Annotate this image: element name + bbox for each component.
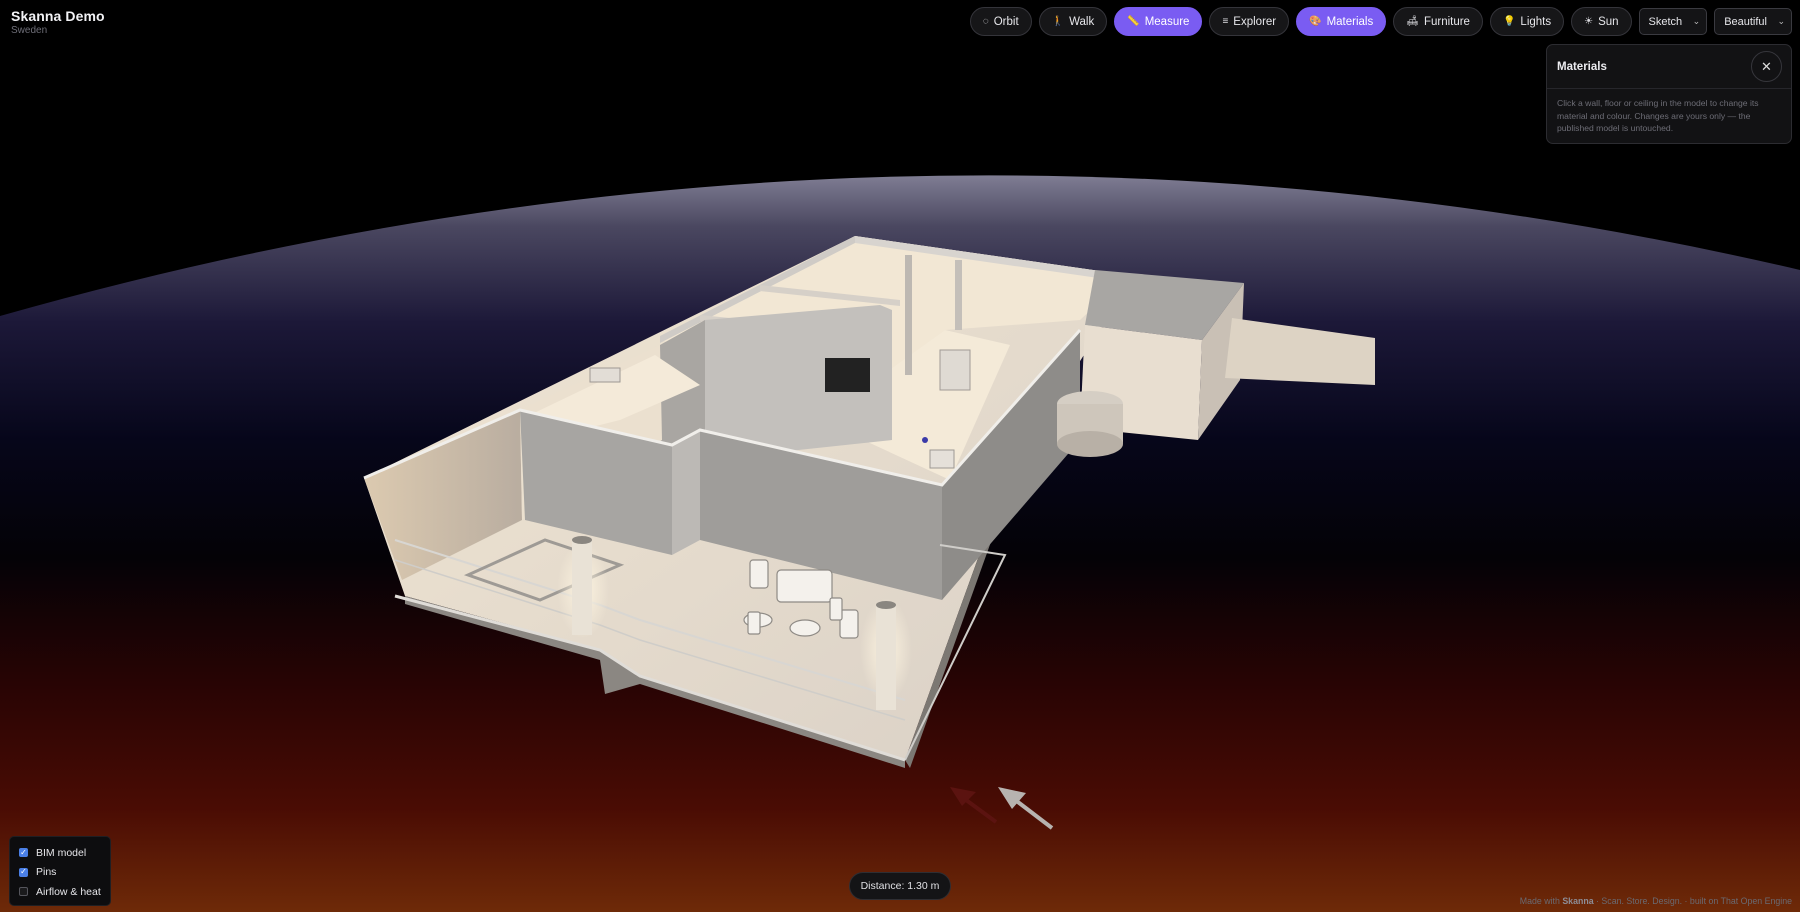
measure-button[interactable]: 📏 Measure xyxy=(1114,7,1203,36)
scene-canvas[interactable] xyxy=(0,0,1800,912)
sun-label: Sun xyxy=(1598,15,1619,28)
walk-icon: 🚶 xyxy=(1051,16,1065,27)
toolbar: ◌ Orbit 🚶 Walk 📏 Measure ≡ Explorer 🎨 Ma… xyxy=(969,7,1792,36)
layer-label: Airflow & heat xyxy=(36,885,101,898)
materials-button[interactable]: 🎨 Materials xyxy=(1296,7,1387,36)
app-subtitle: Sweden xyxy=(11,25,48,36)
orbit-button[interactable]: ◌ Orbit xyxy=(969,7,1032,36)
checkbox-unchecked[interactable]: ✓ xyxy=(19,887,28,897)
materials-panel-header: Materials ✕ xyxy=(1547,45,1791,89)
quality-select[interactable]: Beautiful ⌄ xyxy=(1714,8,1792,35)
layer-toggle-pins[interactable]: ✓ Pins xyxy=(19,863,101,883)
chevron-down-icon: ⌄ xyxy=(1777,16,1785,26)
3d-viewport[interactable] xyxy=(0,0,1800,912)
walk-button[interactable]: 🚶 Walk xyxy=(1038,7,1108,36)
orbit-label: Orbit xyxy=(993,15,1019,28)
window-openings xyxy=(825,358,870,392)
layer-toggle-airflow-heat[interactable]: ✓ Airflow & heat xyxy=(19,882,101,902)
walk-label: Walk xyxy=(1069,15,1095,28)
palette-icon: 🎨 xyxy=(1309,16,1322,27)
distance-label: Distance: 1.30 m xyxy=(860,880,940,892)
quality-value: Beautiful xyxy=(1724,15,1767,28)
ruler-icon: 📏 xyxy=(1127,16,1140,27)
app-title: Skanna Demo xyxy=(11,8,105,24)
materials-label: Materials xyxy=(1326,15,1374,28)
layer-toggles: ✓ BIM model ✓ Pins ✓ Airflow & heat xyxy=(9,836,111,906)
materials-panel: Materials ✕ Click a wall, floor or ceili… xyxy=(1546,44,1792,144)
checkbox-checked[interactable]: ✓ xyxy=(19,848,28,858)
distance-readout: Distance: 1.30 m xyxy=(849,872,951,900)
render-style-value: Sketch xyxy=(1648,15,1683,28)
close-button[interactable]: ✕ xyxy=(1751,51,1782,82)
footer-suffix: · Scan. Store. Design. · built on That O… xyxy=(1596,896,1792,906)
explorer-button[interactable]: ≡ Explorer xyxy=(1209,7,1290,36)
lights-label: Lights xyxy=(1520,15,1552,28)
list-icon: ≡ xyxy=(1222,16,1229,27)
sofa-icon: 🛋 xyxy=(1406,16,1419,27)
lights-button[interactable]: 💡 Lights xyxy=(1489,7,1565,36)
checkbox-checked[interactable]: ✓ xyxy=(19,867,28,877)
furniture-button[interactable]: 🛋 Furniture xyxy=(1393,7,1483,36)
footer-prefix: Made with xyxy=(1519,896,1560,906)
bulb-icon: 💡 xyxy=(1502,16,1516,27)
sun-icon: ☀ xyxy=(1584,16,1594,27)
materials-panel-description: Click a wall, floor or ceiling in the mo… xyxy=(1557,98,1759,133)
materials-panel-title: Materials xyxy=(1557,60,1607,73)
sun-button[interactable]: ☀ Sun xyxy=(1571,7,1632,36)
furniture-label: Furniture xyxy=(1423,15,1470,28)
footer-credit: Made with Skanna · Scan. Store. Design. … xyxy=(1520,896,1792,906)
footer-brand-link[interactable]: Skanna xyxy=(1562,896,1593,906)
layer-toggle-bim-model[interactable]: ✓ BIM model xyxy=(19,843,101,863)
explorer-label: Explorer xyxy=(1233,15,1277,28)
brand: Skanna Demo Sweden xyxy=(11,8,105,36)
layer-label: Pins xyxy=(36,866,57,879)
render-style-select[interactable]: Sketch ⌄ xyxy=(1638,8,1708,35)
close-icon: ✕ xyxy=(1761,58,1772,74)
measure-label: Measure xyxy=(1144,15,1190,28)
orbit-icon: ◌ xyxy=(982,16,989,27)
chevron-down-icon: ⌄ xyxy=(1692,16,1701,26)
layer-label: BIM model xyxy=(36,846,87,859)
